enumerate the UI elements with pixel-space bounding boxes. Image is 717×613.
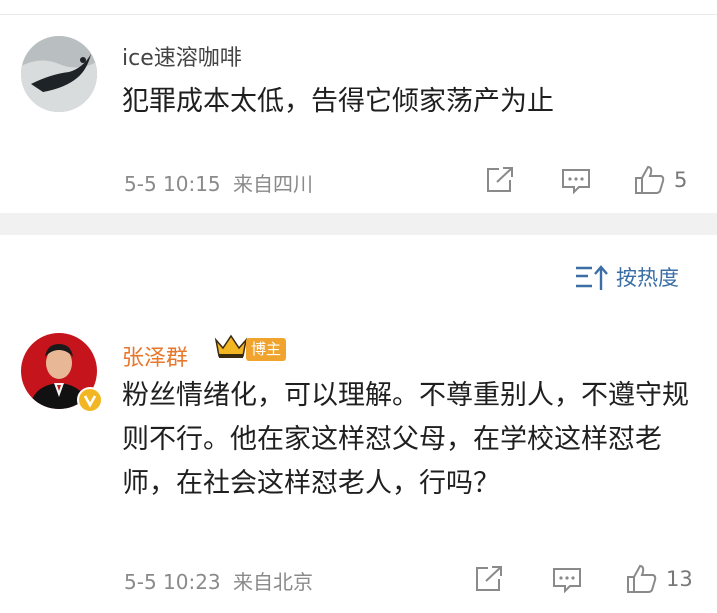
comment-location: 来自四川 [233, 172, 314, 196]
sort-icon [576, 265, 608, 290]
avatar[interactable] [21, 36, 97, 112]
comment-meta: 5-5 10:15 来自四川 [124, 168, 313, 197]
like-button[interactable]: 5 [634, 164, 687, 196]
comment-icon [562, 169, 590, 195]
share-button[interactable] [474, 565, 504, 593]
comment-time: 5-5 10:15 [124, 172, 221, 196]
share-icon [476, 566, 502, 591]
comment-content: 犯罪成本太低，告得它倾家荡产为止 [122, 86, 554, 117]
verified-v-icon [83, 395, 97, 408]
crown-icon [214, 334, 248, 358]
like-count: 5 [674, 168, 688, 192]
like-button[interactable]: 13 [626, 563, 693, 595]
section-separator [0, 213, 717, 235]
share-icon [487, 167, 513, 192]
author-badge: 博主 [246, 338, 287, 361]
thumbs-up-icon [635, 165, 665, 194]
sort-label: 按热度 [616, 266, 679, 290]
comment-username[interactable]: ice速溶咖啡 [122, 40, 242, 72]
comment-button[interactable] [551, 566, 583, 594]
sort-toggle[interactable]: 按热度 [574, 262, 679, 292]
comment-button[interactable] [560, 167, 592, 195]
comment-location: 来自北京 [233, 570, 314, 594]
comment-meta: 5-5 10:23 来自北京 [124, 566, 313, 595]
share-button[interactable] [485, 166, 515, 194]
thumbs-up-icon [627, 564, 657, 593]
verified-badge [77, 387, 103, 413]
comment-icon [553, 568, 581, 594]
top-divider [0, 14, 717, 15]
like-count: 13 [666, 567, 693, 591]
comment-content: 粉丝情绪化，可以理解。不尊重别人，不遵守规则不行。他在家这样怼父母，在学校这样怼… [122, 380, 689, 499]
comment-username[interactable]: 张泽群 [122, 340, 188, 372]
comment-time: 5-5 10:23 [124, 570, 221, 594]
